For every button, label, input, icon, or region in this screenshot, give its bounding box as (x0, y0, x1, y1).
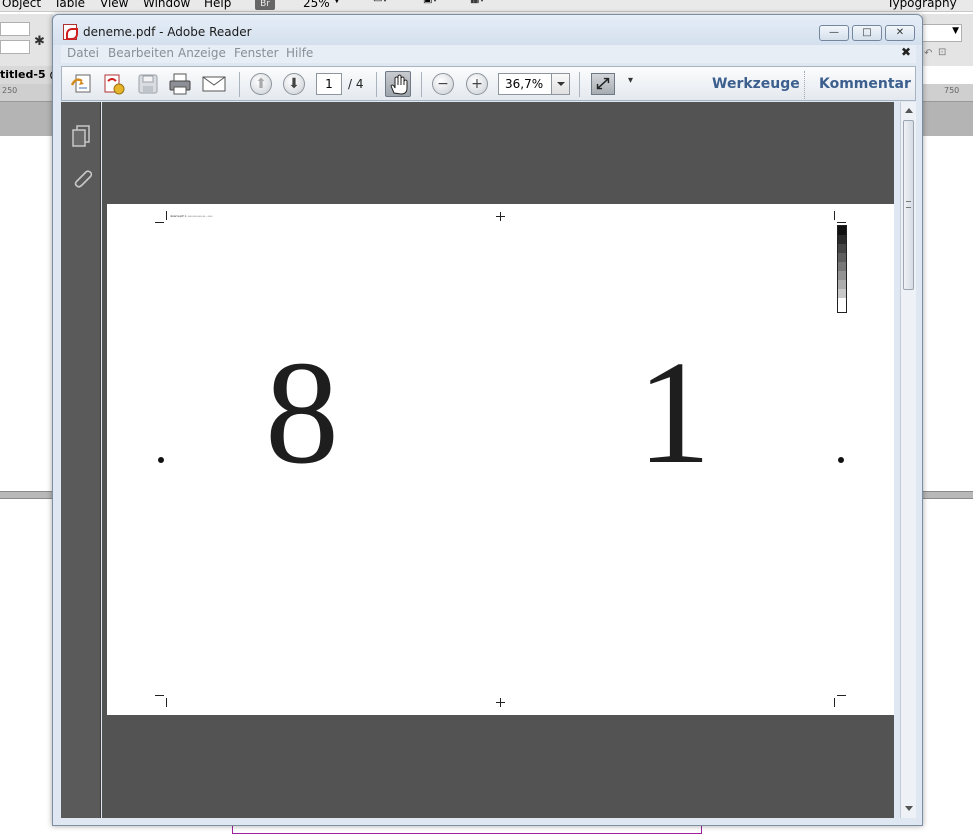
chevron-down-icon: ▼ (952, 26, 959, 36)
page-number-input[interactable]: 1 (316, 73, 342, 95)
page-thumbnails-icon[interactable] (70, 124, 92, 148)
minimize-button[interactable]: — (819, 25, 849, 41)
crop-mark (155, 695, 164, 696)
separator (804, 71, 805, 99)
indesign-menubar: Object Table View Window Help Br 25% ▼ ▭… (0, 0, 973, 12)
comment-button[interactable]: Kommentar (819, 76, 911, 92)
next-page-button[interactable]: ⬇ (283, 73, 305, 95)
ruler-left: 250 (0, 84, 53, 102)
chevron-down-icon[interactable] (551, 74, 569, 94)
menu-window[interactable]: Window (143, 0, 190, 10)
ruler-right: 750 (922, 84, 973, 102)
menu-view[interactable]: View (100, 0, 128, 10)
separator (421, 72, 422, 97)
menu-hilfe[interactable]: Hilfe (286, 46, 313, 60)
arrange-documents-icon[interactable]: ▦▾ (470, 0, 484, 5)
separator (579, 72, 580, 97)
menu-datei[interactable]: Datei (67, 46, 99, 60)
window-title: deneme.pdf - Adobe Reader (83, 25, 252, 39)
menu-table[interactable]: Table (54, 0, 85, 10)
registration-mark (158, 457, 164, 463)
toolbar-overflow-icon[interactable]: ▾ (628, 75, 633, 86)
zoom-input[interactable]: 36,7% (498, 73, 570, 95)
page-total: / 4 (348, 77, 364, 91)
color-bar (837, 225, 847, 313)
menu-bearbeiten[interactable]: Bearbeiten (108, 46, 174, 60)
create-pdf-icon[interactable] (70, 73, 94, 95)
scroll-up-icon[interactable] (905, 108, 913, 113)
registration-mark (838, 457, 844, 463)
slug-text: deneme.pdf · 1 · •••••••••••••• ··· •••• (170, 214, 213, 218)
menu-anzeige[interactable]: Anzeige (178, 46, 226, 60)
crop-mark (837, 222, 846, 223)
document-viewport[interactable]: deneme.pdf · 1 · •••••••••••••• ··· •••• (102, 102, 894, 818)
zoom-level[interactable]: 25% (303, 0, 330, 10)
crop-mark (155, 222, 164, 223)
bug-icon[interactable]: ✱ (34, 34, 45, 49)
crop-mark (837, 695, 846, 696)
control-panel-left: ✱ (0, 14, 53, 66)
screen-mode-icon[interactable]: ▣▾ (423, 0, 437, 5)
bridge-button[interactable]: Br (255, 0, 275, 10)
maximize-button[interactable]: □ (852, 25, 882, 41)
ruler-label: 750 (944, 86, 960, 95)
frame-fit-icon[interactable]: ⊡ (938, 47, 946, 58)
crop-mark (166, 211, 167, 220)
pdf-page: deneme.pdf · 1 · •••••••••••••• ··· •••• (107, 204, 894, 715)
document-tab[interactable]: titled-5 @ (0, 66, 53, 84)
zoom-out-button[interactable]: − (432, 73, 454, 95)
toolbar: ⬆ ⬇ 1 / 4 − + 36,7% ▾ Werkzeuge Kommenta… (61, 66, 916, 101)
reference-field[interactable] (0, 22, 30, 36)
view-options-icon[interactable]: ▭▾ (373, 0, 387, 5)
page-edge-right (922, 491, 973, 499)
separator (376, 72, 377, 97)
registration-mark (496, 216, 505, 217)
full-screen-icon[interactable] (591, 73, 615, 95)
zoom-in-button[interactable]: + (466, 73, 488, 95)
ruler-label: 250 (2, 86, 18, 95)
email-icon[interactable] (202, 73, 226, 95)
page-number-left: 8 (265, 331, 339, 495)
save-icon[interactable] (136, 73, 160, 95)
title-bar[interactable]: deneme.pdf - Adobe Reader — □ ✕ (53, 15, 922, 45)
page-number-right: 1 (637, 331, 711, 495)
scroll-thumb[interactable] (903, 120, 914, 290)
reference-field-2[interactable] (0, 40, 30, 54)
control-panel-right: ▼ ↶ ⊡ (922, 14, 973, 66)
close-document-icon[interactable]: ✖ (901, 45, 911, 59)
crop-mark (834, 211, 835, 220)
scroll-down-icon[interactable] (905, 806, 913, 811)
vertical-scrollbar[interactable] (900, 102, 916, 818)
rotate-icon[interactable]: ↶ (924, 48, 932, 59)
close-button[interactable]: ✕ (885, 25, 915, 41)
menu-bar: Datei Bearbeiten Anzeige Fenster Hilfe ✖ (61, 45, 916, 63)
menu-fenster[interactable]: Fenster (234, 46, 279, 60)
adobe-reader-window: deneme.pdf - Adobe Reader — □ ✕ Datei Be… (52, 14, 923, 826)
menu-object[interactable]: Object (2, 0, 41, 10)
page-edge-left (0, 491, 53, 499)
menu-help[interactable]: Help (204, 0, 231, 10)
navigation-pane (61, 102, 101, 818)
registration-mark (496, 702, 505, 703)
zoom-value: 36,7% (505, 77, 544, 91)
previous-page-button[interactable]: ⬆ (250, 73, 272, 95)
crop-mark (166, 698, 167, 707)
chevron-down-icon[interactable]: ▼ (333, 0, 341, 5)
pasteboard-right (922, 102, 973, 136)
separator (239, 72, 240, 97)
hand-tool-button[interactable] (385, 71, 411, 97)
pdf-settings-icon[interactable] (102, 73, 126, 95)
attachments-icon[interactable] (70, 166, 92, 190)
grip-icon (906, 201, 911, 208)
crop-mark (834, 698, 835, 707)
pdf-icon (63, 24, 78, 40)
hand-icon (390, 74, 408, 95)
pasteboard-left (0, 102, 53, 136)
workspace-switcher[interactable]: Typography (887, 0, 957, 10)
style-dropdown[interactable]: ▼ (922, 24, 962, 42)
print-icon[interactable] (168, 73, 192, 95)
tools-button[interactable]: Werkzeuge (712, 76, 800, 92)
